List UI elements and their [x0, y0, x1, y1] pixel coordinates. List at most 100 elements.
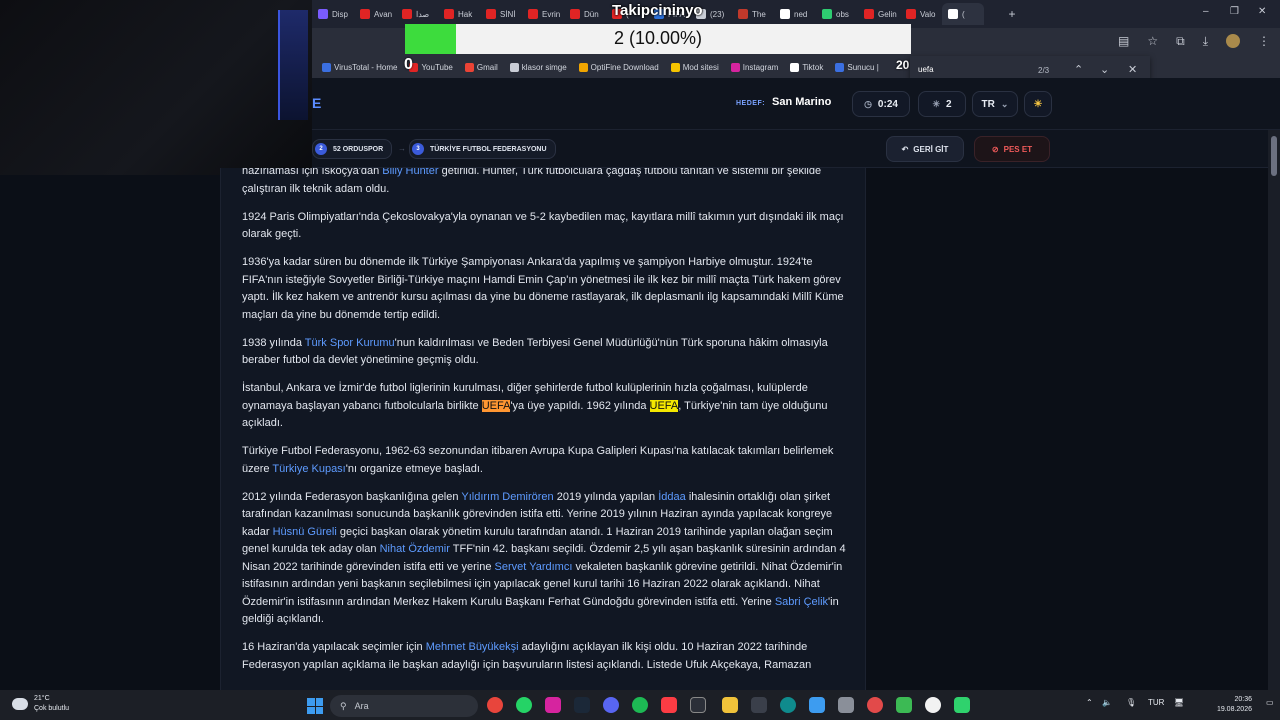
- instagram-icon[interactable]: [545, 697, 561, 713]
- scroll-thumb[interactable]: [1271, 136, 1277, 176]
- paragraph: 1936'ya kadar süren bu dönemde ilk Türki…: [242, 256, 844, 321]
- browser-tab[interactable]: The: [732, 3, 774, 25]
- discord-icon[interactable]: [603, 697, 619, 713]
- browser-tab[interactable]: Gelin: [858, 3, 900, 25]
- article-link[interactable]: Türk Spor Kurumu: [305, 337, 395, 349]
- clicks-value: 2: [945, 98, 952, 110]
- browser-tab[interactable]: (: [942, 3, 984, 25]
- bookmark-favicon-icon: [835, 62, 845, 72]
- give-up-button[interactable]: ⊘ PES ET: [974, 136, 1050, 162]
- bookmark-item[interactable]: Sunucu |: [835, 62, 879, 72]
- extensions-icon[interactable]: ⧉: [1176, 34, 1185, 49]
- music-icon[interactable]: [661, 697, 677, 713]
- profile-avatar[interactable]: [1226, 34, 1240, 48]
- app-icon[interactable]: [867, 697, 883, 713]
- input-language[interactable]: TUR: [1148, 698, 1164, 707]
- article-link[interactable]: Servet Yardımcı: [495, 561, 573, 573]
- bookmark-label: Instagram: [742, 62, 779, 72]
- article-link[interactable]: Sabri Çelik: [775, 596, 828, 608]
- browser-tab[interactable]: Valo: [900, 3, 942, 25]
- bookmark-item[interactable]: YouTube: [409, 62, 453, 72]
- minimize-button[interactable]: –: [1203, 6, 1209, 17]
- chrome-icon[interactable]: [487, 697, 503, 713]
- find-next-button[interactable]: ⌄: [1100, 63, 1109, 76]
- bookmark-favicon-icon: [509, 62, 519, 72]
- start-button[interactable]: [307, 698, 323, 714]
- flag-icon: ⊘: [991, 144, 999, 154]
- menu-icon[interactable]: ⋮: [1258, 34, 1270, 49]
- tab-label: صدا: [416, 9, 430, 19]
- step-number: 2: [315, 143, 327, 155]
- obs-icon[interactable]: [925, 697, 941, 713]
- app-icon[interactable]: [809, 697, 825, 713]
- reader-icon[interactable]: ▤: [1118, 34, 1129, 49]
- progress-goal: 20: [896, 58, 910, 72]
- browser-tab[interactable]: Avan: [354, 3, 396, 25]
- bookmark-item[interactable]: Gmail: [464, 62, 498, 72]
- progress-start: 0: [404, 56, 413, 73]
- app-icon[interactable]: [838, 697, 854, 713]
- folder-icon[interactable]: [722, 697, 738, 713]
- paragraph: 16 Haziran'da yapılacak seçimler için Me…: [242, 641, 812, 671]
- bookmark-item[interactable]: Instagram: [730, 62, 779, 72]
- star-icon[interactable]: ☆: [1147, 34, 1158, 49]
- site-logo[interactable]: E: [312, 95, 321, 111]
- edge-icon[interactable]: [780, 697, 796, 713]
- tab-favicon-icon: [780, 9, 790, 19]
- find-count: 2/3: [1038, 66, 1050, 75]
- page-scrollbar[interactable]: [1268, 130, 1280, 690]
- browser-tab[interactable]: obs: [816, 3, 858, 25]
- theme-toggle[interactable]: ☀: [1024, 91, 1052, 117]
- paragraph: hazırlaması için İskoçya'dan Billy Hunte…: [242, 168, 848, 198]
- xbox-icon[interactable]: [896, 697, 912, 713]
- browser-tab[interactable]: Evrin: [522, 3, 564, 25]
- bookmark-item[interactable]: Mod sitesi: [670, 62, 719, 72]
- volume-icon[interactable]: 🔈: [1102, 698, 1112, 707]
- browser-tab[interactable]: Hak: [438, 3, 480, 25]
- article-link[interactable]: Türkiye Kupası: [272, 463, 345, 475]
- language-select[interactable]: TR ⌄: [972, 91, 1018, 117]
- network-icon[interactable]: 🖥: [1174, 698, 1184, 707]
- find-prev-button[interactable]: ⌃: [1074, 63, 1083, 76]
- bookmark-item[interactable]: VirusTotal - Home: [322, 62, 397, 72]
- app-icon[interactable]: [954, 697, 970, 713]
- browser-tab[interactable]: Dün: [564, 3, 606, 25]
- bookmark-item[interactable]: Tiktok: [790, 62, 823, 72]
- browser-tab[interactable]: SİNİ: [480, 3, 522, 25]
- bookmark-favicon-icon: [670, 62, 680, 72]
- notification-icon[interactable]: ▭: [1266, 698, 1274, 707]
- app-icon[interactable]: [690, 697, 706, 713]
- taskbar-search[interactable]: ⚲ Ara: [330, 695, 478, 717]
- spotify-icon[interactable]: [632, 697, 648, 713]
- find-input[interactable]: uefa: [918, 65, 934, 74]
- bookmark-item[interactable]: klasor simge: [509, 62, 567, 72]
- bookmark-item[interactable]: OptiFine Download: [578, 62, 659, 72]
- article-link[interactable]: Hüsnü Güreli: [273, 526, 337, 538]
- article-link[interactable]: Billy Hunter: [382, 168, 438, 177]
- article-link[interactable]: Yıldırım Demirören: [461, 491, 553, 503]
- cursor-icon: ✳: [932, 98, 940, 109]
- browser-tab[interactable]: صدا: [396, 3, 438, 25]
- article-link[interactable]: İddaa: [658, 491, 686, 503]
- browser-tab[interactable]: ned: [774, 3, 816, 25]
- weather-widget[interactable]: 21°C Çok bulutlu: [12, 694, 69, 714]
- article-link[interactable]: Mehmet Büyükekşi: [426, 641, 519, 653]
- app-icon[interactable]: [751, 697, 767, 713]
- whatsapp-icon[interactable]: [516, 697, 532, 713]
- tab-label: Valo: [920, 9, 936, 19]
- steam-icon[interactable]: [574, 697, 590, 713]
- taskbar-clock[interactable]: 20:36 19.08.2026: [1206, 695, 1252, 715]
- back-button[interactable]: ↶ GERİ GİT: [886, 136, 964, 162]
- tab-favicon-icon: [570, 9, 580, 19]
- find-close-button[interactable]: ✕: [1128, 63, 1137, 76]
- download-icon[interactable]: ⤓: [1203, 34, 1208, 49]
- new-tab-button[interactable]: +: [1004, 7, 1020, 21]
- tray-chevron-icon[interactable]: ⌃: [1086, 698, 1093, 707]
- search-placeholder: Ara: [354, 701, 369, 711]
- mic-icon[interactable]: 🎙: [1126, 698, 1136, 707]
- date: 19.08.2026: [1216, 706, 1252, 713]
- article-link[interactable]: Nihat Özdemir: [380, 543, 450, 555]
- browser-tab[interactable]: Disp: [312, 3, 354, 25]
- maximize-button[interactable]: ❐: [1230, 6, 1239, 17]
- close-window-button[interactable]: ✕: [1258, 6, 1266, 17]
